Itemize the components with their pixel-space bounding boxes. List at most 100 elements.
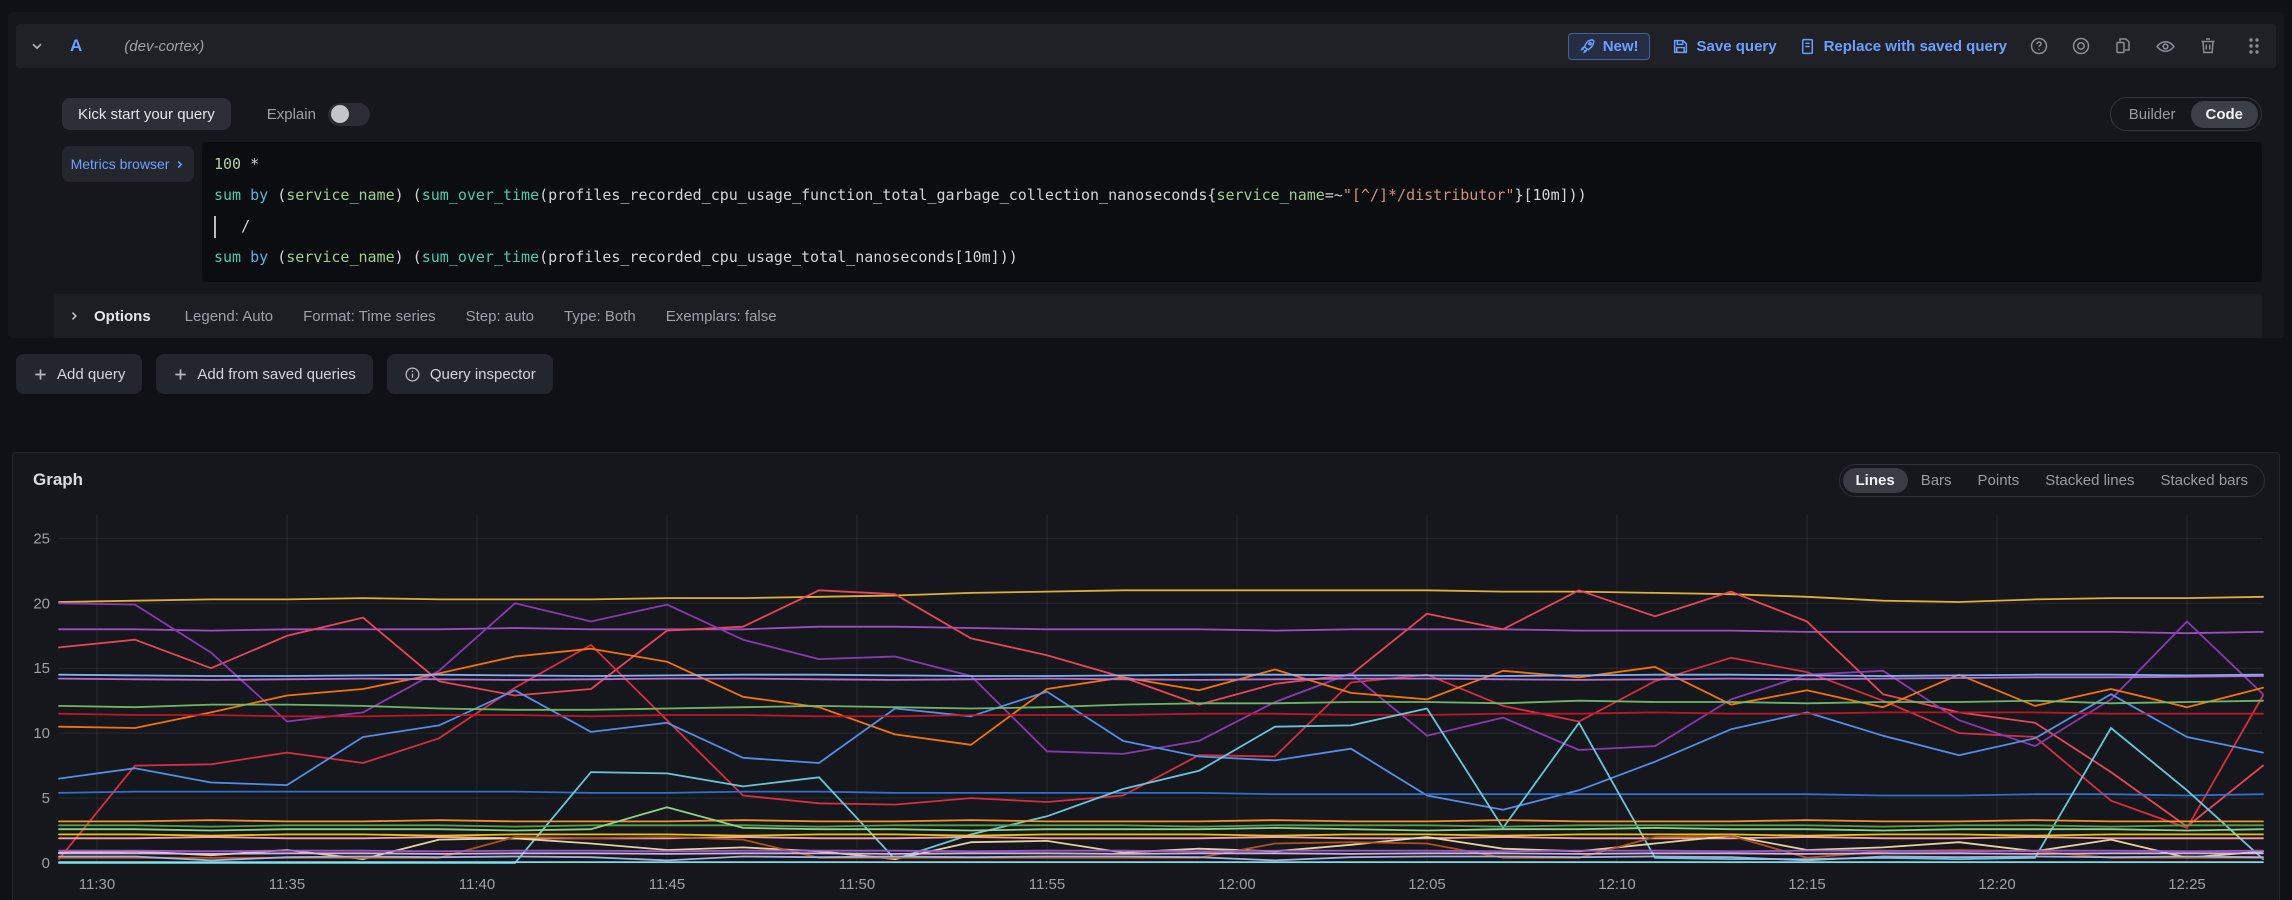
drag-handle-icon[interactable] <box>2246 36 2262 56</box>
graph-style-tab-stacked-bars[interactable]: Stacked bars <box>2147 468 2261 493</box>
chart-series-red-volatile-b <box>59 645 2263 859</box>
chart-series-lavender-low <box>59 853 2263 854</box>
editor-mode-group: BuilderCode <box>2110 97 2262 131</box>
query-inspector-button[interactable]: Query inspector <box>387 354 553 394</box>
remove-query-trash-icon[interactable] <box>2198 36 2218 56</box>
graph-panel-header: Graph LinesBarsPointsStacked linesStacke… <box>33 461 2265 499</box>
editor-mode-code[interactable]: Code <box>2191 101 2259 128</box>
option-summary-item: Format: Time series <box>303 308 436 325</box>
chart-series-violet-14 <box>59 676 2263 680</box>
toggle-knob <box>331 105 349 123</box>
options-chevron-right-icon[interactable] <box>68 310 80 322</box>
chart-svg: 051015202511:3011:3511:4011:4511:5011:55… <box>19 501 2275 897</box>
graph-style-tabs: LinesBarsPointsStacked linesStacked bars <box>1839 464 2266 497</box>
x-axis-tick-label: 12:00 <box>1218 876 1256 893</box>
options-summary: Legend: AutoFormat: Time seriesStep: aut… <box>185 308 777 325</box>
code-token-op: ( <box>268 248 286 266</box>
x-axis-tick-label: 12:05 <box>1408 876 1446 893</box>
code-token-op: ) ( <box>395 186 422 204</box>
kickstart-query-button[interactable]: Kick start your query <box>62 98 231 130</box>
add-query-button[interactable]: Add query <box>16 354 142 394</box>
chart-series-darkred-11 <box>59 712 2263 716</box>
options-label[interactable]: Options <box>94 308 151 325</box>
x-axis-tick-label: 11:40 <box>459 876 495 893</box>
query-options-row[interactable]: Options Legend: AutoFormat: Time seriesS… <box>54 294 2262 338</box>
record-icon[interactable] <box>2071 36 2091 56</box>
y-axis-tick-label: 15 <box>33 660 50 677</box>
code-token-num: 100 <box>214 155 241 173</box>
chart-series-orange-3 <box>59 820 2263 821</box>
code-token-str: "[^/]*/distributor" <box>1343 186 1515 204</box>
code-token-op: [10m])) <box>955 248 1018 266</box>
query-actions: Add query Add from saved queries Query i… <box>16 354 553 394</box>
option-summary-item: Type: Both <box>564 308 636 325</box>
query-editor-section: A (dev-cortex) New! Save query <box>8 12 2284 338</box>
y-axis-tick-label: 10 <box>33 725 50 742</box>
graph-panel-title: Graph <box>33 470 83 490</box>
code-token-op: ( <box>539 248 548 266</box>
add-from-saved-queries-button[interactable]: Add from saved queries <box>156 354 372 394</box>
rocket-icon <box>1579 38 1596 55</box>
explain-toggle[interactable] <box>328 103 370 126</box>
chart-series-lightgreen-2-6 <box>59 807 2263 830</box>
x-axis-tick-label: 11:35 <box>269 876 305 893</box>
help-icon[interactable] <box>2029 36 2049 56</box>
save-query-button[interactable]: Save query <box>1672 38 1777 55</box>
code-token-op <box>241 248 250 266</box>
chart-series-blue-5 <box>59 792 2263 796</box>
graph-panel: Graph LinesBarsPointsStacked linesStacke… <box>12 452 2280 900</box>
code-token-op: / <box>214 217 250 235</box>
x-axis-tick-label: 12:10 <box>1598 876 1636 893</box>
code-line[interactable]: sum by (service_name) (sum_over_time(pro… <box>214 242 2262 273</box>
option-summary-item: Legend: Auto <box>185 308 273 325</box>
info-circle-icon <box>404 366 421 383</box>
code-token-op: * <box>241 155 259 173</box>
document-icon <box>1799 38 1816 55</box>
code-token-op: }[10m])) <box>1514 186 1586 204</box>
editor-mode-builder[interactable]: Builder <box>2114 101 2191 128</box>
new-badge[interactable]: New! <box>1568 33 1650 60</box>
timeseries-chart[interactable]: 051015202511:3011:3511:4011:4511:5011:55… <box>19 501 2275 897</box>
code-token-lbl: service_name <box>286 248 394 266</box>
code-line[interactable]: sum by (service_name) (sum_over_time(pro… <box>214 180 2262 211</box>
chart-series-lightblue-14 <box>59 675 2263 676</box>
graph-style-tab-points[interactable]: Points <box>1965 468 2033 493</box>
code-token-met: profiles_recorded_cpu_usage_function_tot… <box>548 186 1207 204</box>
chart-series-green-2-9 <box>59 825 2263 826</box>
code-token-kw: by <box>250 248 268 266</box>
metrics-browser-button[interactable]: Metrics browser <box>62 146 194 182</box>
graph-style-tab-bars[interactable]: Bars <box>1908 468 1965 493</box>
y-axis-tick-label: 25 <box>33 530 50 547</box>
x-axis-tick-label: 12:20 <box>1978 876 2016 893</box>
chevron-right-icon <box>174 159 185 170</box>
code-token-fn: sum_over_time <box>422 248 539 266</box>
y-axis-tick-label: 20 <box>33 595 50 612</box>
graph-style-tab-lines[interactable]: Lines <box>1843 468 1908 493</box>
replace-with-saved-query-button[interactable]: Replace with saved query <box>1799 38 2007 55</box>
chart-series-orange-volatile <box>59 649 2263 745</box>
plus-icon <box>173 367 188 382</box>
graph-style-tab-stacked-lines[interactable]: Stacked lines <box>2032 468 2147 493</box>
code-token-op: =~ <box>1325 186 1343 204</box>
query-toolbar: Kick start your query Explain BuilderCod… <box>62 98 2262 130</box>
query-row-header: A (dev-cortex) New! Save query <box>16 24 2276 68</box>
x-axis-tick-label: 11:55 <box>1029 876 1065 893</box>
x-axis-tick-label: 11:30 <box>79 876 115 893</box>
collapse-chevron-icon[interactable] <box>30 39 44 53</box>
promql-code-editor[interactable]: 100 *sum by (service_name) (sum_over_tim… <box>202 142 2262 282</box>
chart-series-purple-18 <box>59 627 2263 634</box>
code-line[interactable]: 100 * <box>214 149 2262 180</box>
code-line[interactable]: / <box>214 211 2262 242</box>
duplicate-query-icon[interactable] <box>2113 36 2133 56</box>
code-token-fn: sum <box>214 248 241 266</box>
explain-label: Explain <box>267 106 316 123</box>
plus-icon <box>33 367 48 382</box>
chart-series-yellow-high <box>59 590 2263 602</box>
option-summary-item: Exemplars: false <box>666 308 777 325</box>
chart-series-yellow-2-2 <box>59 834 2263 835</box>
chart-series-cyan-steps <box>59 709 2263 864</box>
code-token-lbl: service_name <box>1216 186 1324 204</box>
hide-response-eye-icon[interactable] <box>2155 36 2176 57</box>
query-ref-id[interactable]: A <box>70 36 82 56</box>
chart-series-purple-low <box>59 851 2263 852</box>
